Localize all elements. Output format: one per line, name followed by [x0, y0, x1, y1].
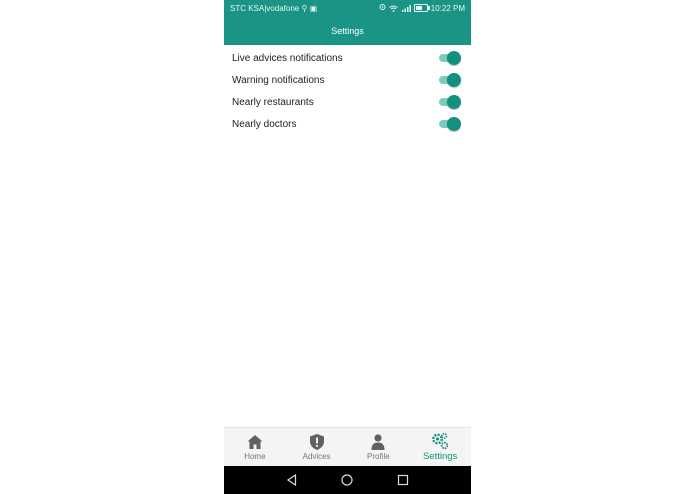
battery-icon [413, 4, 430, 12]
nearly-restaurants-toggle[interactable] [438, 95, 461, 109]
live-advices-toggle[interactable] [438, 51, 461, 65]
toggle-thumb [447, 51, 461, 65]
status-right: 10:22 PM [379, 4, 465, 13]
battery-level-fill [415, 6, 422, 10]
back-icon[interactable] [286, 474, 298, 486]
nav-label-home: Home [244, 452, 266, 461]
shield-alert-icon [309, 434, 324, 450]
warning-notifications-toggle[interactable] [438, 73, 461, 87]
clock: 10:22 PM [430, 3, 465, 13]
setting-row-warning: Warning notifications [224, 69, 471, 91]
carrier-text: STC KSA|vodafone [230, 3, 300, 13]
nav-item-advices[interactable]: Advices [286, 428, 348, 466]
setting-label: Nearly restaurants [232, 96, 314, 108]
location-icon [379, 4, 386, 10]
nav-label-profile: Profile [367, 452, 390, 461]
setting-row-restaurants: Nearly restaurants [224, 91, 471, 113]
settings-list: Live advices notifications Warning notif… [224, 47, 471, 135]
recents-square-icon[interactable] [397, 474, 409, 486]
toggle-thumb [447, 117, 461, 131]
nav-item-profile[interactable]: Profile [348, 428, 410, 466]
app-bar: Settings [224, 16, 471, 45]
image-notification-icon: ▣ [309, 3, 318, 13]
toggle-thumb [447, 73, 461, 87]
setting-label: Warning notifications [232, 74, 325, 86]
nav-item-settings[interactable]: Settings [409, 428, 471, 466]
nearly-doctors-toggle[interactable] [438, 117, 461, 131]
setting-row-doctors: Nearly doctors [224, 113, 471, 135]
usb-icon: ⚲ [301, 3, 308, 13]
status-bar: STC KSA|vodafone ⚲ ▣ 10:22 PM [224, 0, 471, 16]
person-icon [371, 434, 385, 450]
toggle-thumb [447, 95, 461, 109]
nav-label-advices: Advices [302, 452, 331, 461]
home-icon [247, 435, 263, 449]
phone-screen: STC KSA|vodafone ⚲ ▣ 10:22 PM Settings L… [224, 0, 471, 494]
home-circle-icon[interactable] [341, 474, 354, 486]
nav-item-home[interactable]: Home [224, 428, 286, 466]
setting-row-live-advices: Live advices notifications [224, 47, 471, 69]
nav-label-settings: Settings [422, 451, 458, 462]
system-navigation-bar [224, 466, 471, 494]
signal-icon [401, 5, 411, 12]
setting-label: Live advices notifications [232, 52, 343, 64]
gears-icon [432, 432, 449, 450]
setting-label: Nearly doctors [232, 118, 297, 130]
page-title: Settings [331, 25, 364, 36]
carrier-label: STC KSA|vodafone ⚲ ▣ [230, 4, 317, 13]
wifi-icon [388, 5, 398, 12]
bottom-nav: Home Advices Profile Settings [224, 427, 471, 466]
